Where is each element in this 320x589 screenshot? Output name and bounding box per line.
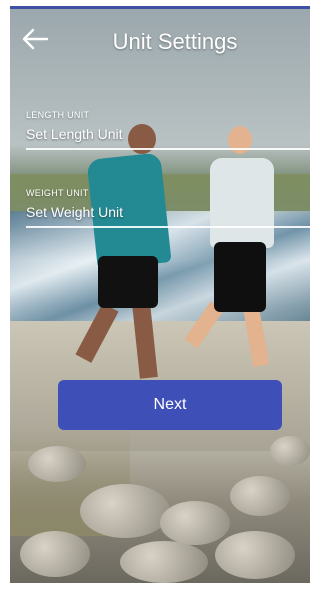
app-screen: Unit Settings LENGTH UNIT Set Length Uni… bbox=[10, 6, 310, 583]
weight-unit-label: WEIGHT UNIT bbox=[26, 188, 89, 198]
app-header: Unit Settings bbox=[10, 18, 310, 62]
background-rock bbox=[80, 484, 170, 538]
next-button[interactable]: Next bbox=[58, 380, 282, 430]
background-rock bbox=[120, 541, 208, 583]
page-title: Unit Settings bbox=[112, 29, 238, 54]
background-rock bbox=[230, 476, 290, 516]
weight-unit-field[interactable]: WEIGHT UNIT Set Weight Unit bbox=[26, 188, 310, 228]
weight-unit-underline bbox=[26, 226, 310, 228]
background-rock bbox=[20, 531, 90, 577]
length-unit-label: LENGTH UNIT bbox=[26, 110, 90, 120]
length-unit-value[interactable]: Set Length Unit bbox=[26, 126, 310, 142]
back-button[interactable] bbox=[20, 26, 50, 52]
weight-unit-value[interactable]: Set Weight Unit bbox=[26, 204, 310, 220]
background-rock bbox=[160, 501, 230, 545]
length-unit-field[interactable]: LENGTH UNIT Set Length Unit bbox=[26, 110, 310, 150]
background-rock bbox=[28, 446, 86, 482]
background-rock bbox=[270, 436, 310, 466]
background-photo bbox=[10, 6, 310, 583]
length-unit-underline bbox=[26, 148, 310, 150]
background-rock bbox=[215, 531, 295, 579]
arrow-left-icon bbox=[22, 28, 49, 50]
